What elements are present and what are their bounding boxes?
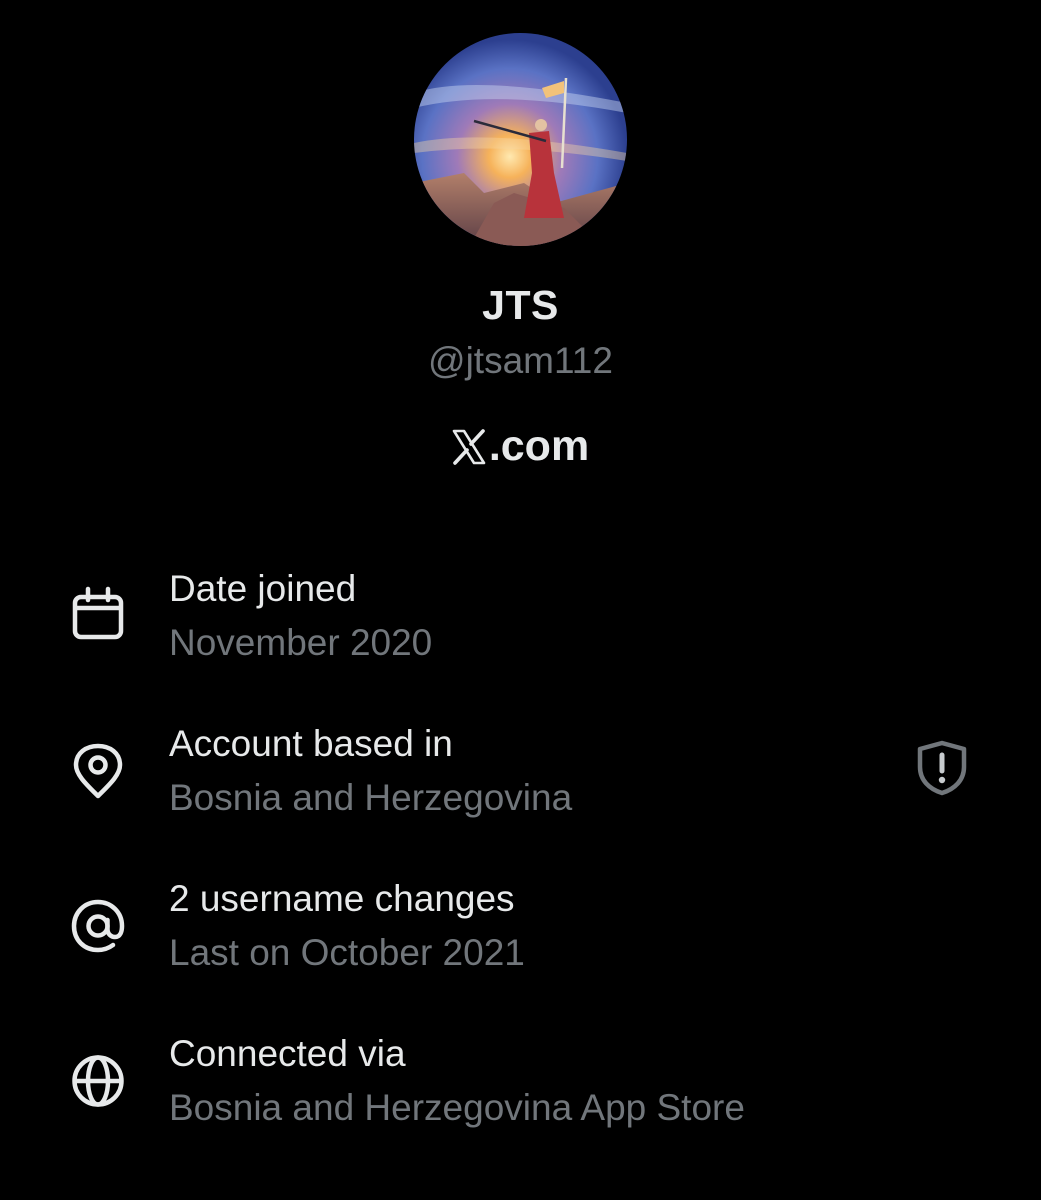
site-brand: .com <box>0 418 1041 474</box>
profile-header: JTS @jtsam112 .com <box>0 0 1041 520</box>
info-value: November 2020 <box>169 622 433 663</box>
info-value: Bosnia and Herzegovina <box>169 777 573 818</box>
display-name: JTS <box>482 282 559 328</box>
site-brand-suffix: .com <box>488 421 590 470</box>
location-pin-icon <box>70 743 126 799</box>
info-label: Account based in <box>169 723 453 764</box>
info-label: Connected via <box>169 1033 406 1074</box>
avatar[interactable] <box>414 33 627 246</box>
info-value: Bosnia and Herzegovina App Store <box>169 1087 745 1128</box>
info-row-account-location: Account based in Bosnia and Herzegovina <box>0 715 1041 835</box>
x-logo-icon <box>452 429 486 465</box>
info-row-connected-via: Connected via Bosnia and Herzegovina App… <box>0 1025 1041 1145</box>
info-value: Last on October 2021 <box>169 932 525 973</box>
globe-icon <box>70 1053 126 1109</box>
calendar-icon <box>70 586 126 642</box>
shield-alert-icon[interactable] <box>914 740 970 796</box>
at-sign-icon <box>70 898 126 954</box>
info-row-username-changes: 2 username changes Last on October 2021 <box>0 870 1041 990</box>
avatar-image <box>414 33 627 246</box>
user-handle: @jtsam112 <box>428 340 613 381</box>
info-row-date-joined: Date joined November 2020 <box>0 560 1041 680</box>
info-label: Date joined <box>169 568 357 609</box>
info-label: 2 username changes <box>169 878 515 919</box>
